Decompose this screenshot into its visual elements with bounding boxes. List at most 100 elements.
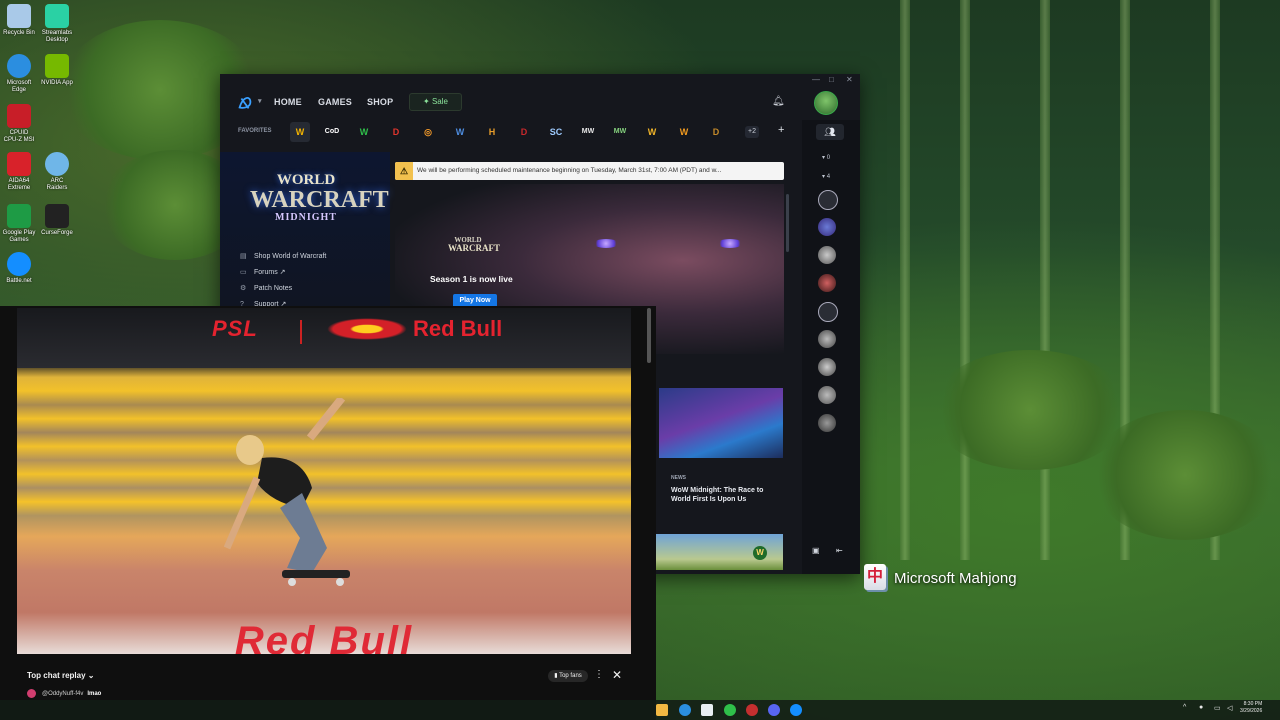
desktop-icon-nvidia[interactable]: NVIDIA App — [40, 54, 74, 87]
battlenet-logo-icon[interactable] — [236, 94, 254, 112]
favorite-game-diablo-iv[interactable]: D — [386, 122, 406, 142]
gear-icon: ⚙ — [240, 285, 247, 292]
desktop-icon-cpuz[interactable]: CPUID CPU-Z MSI — [2, 104, 36, 144]
tray-chevron-up-icon[interactable]: ^ — [1183, 704, 1186, 711]
taskbar-clock[interactable]: 8:30 PM 3/29/2026 — [1240, 701, 1262, 715]
google-play-games-icon — [7, 204, 31, 228]
favorite-game-modern-warfare-ii[interactable]: MW — [610, 122, 630, 142]
sale-button[interactable]: ✦ Sale — [409, 93, 462, 111]
banner-psl-text: PSL — [212, 316, 258, 341]
friend-avatar[interactable] — [818, 302, 838, 322]
add-friend-icon[interactable]: 👥︎ — [816, 124, 844, 140]
file-explorer-icon[interactable] — [656, 704, 668, 716]
friend-avatar[interactable] — [818, 246, 836, 264]
chat-user-avatar[interactable] — [27, 689, 36, 698]
news-title[interactable]: WoW Midnight: The Race to World First Is… — [671, 486, 781, 504]
more-favorites-count[interactable]: +2 — [745, 126, 759, 138]
sale-label: Sale — [431, 97, 448, 106]
desktop-icon-recycle-bin[interactable]: Recycle Bin — [2, 4, 36, 37]
chat-mode-dropdown[interactable]: Top chat replay ⌄ — [27, 671, 94, 680]
maintenance-banner[interactable]: ⚠ We will be performing scheduled mainten… — [395, 162, 784, 180]
desktop-icon-aida64[interactable]: AIDA64 Extreme — [2, 152, 36, 192]
notification-bell-icon[interactable]: 🔔︎ — [772, 96, 785, 107]
close-icon[interactable]: ✕ — [846, 75, 853, 84]
favorite-game-world-of-warcraft[interactable]: W — [290, 122, 310, 142]
nav-games[interactable]: GAMES — [318, 97, 352, 107]
cpuz-icon — [7, 104, 31, 128]
chat-bubble-icon[interactable]: ▣ — [812, 546, 820, 555]
aida64-icon — [7, 152, 31, 176]
nvidia-icon — [45, 54, 69, 78]
friend-avatar[interactable] — [818, 330, 836, 348]
video-window-scrollbar[interactable] — [647, 308, 651, 363]
battlenet-taskbar-icon[interactable] — [790, 704, 802, 716]
discord-icon[interactable] — [768, 704, 780, 716]
friends-group-count[interactable]: ▾ 4 — [822, 173, 830, 180]
app-taskbar-icon[interactable] — [746, 704, 758, 716]
favorite-game-diablo-ii[interactable]: D — [706, 122, 726, 142]
content-scrollbar[interactable] — [786, 194, 789, 252]
favorite-game-call-of-duty[interactable]: CoD — [322, 122, 342, 142]
desktop-icon-label: Battle.net — [6, 278, 32, 284]
live-chat-header: Top chat replay ⌄ ▮ Top fans ⋮ ✕ — [17, 666, 631, 686]
tag-icon: ✦ — [423, 97, 430, 106]
desktop-icon-google-play-games[interactable]: Google Play Games — [2, 204, 36, 244]
desktop-icon-curseforge[interactable]: CurseForge — [40, 204, 74, 237]
friend-avatar[interactable] — [818, 190, 838, 210]
friend-avatar[interactable] — [818, 274, 836, 292]
friend-avatar[interactable] — [818, 386, 836, 404]
news-card-image-2[interactable]: W — [655, 534, 783, 570]
wow-badge-icon: W — [753, 546, 767, 560]
hero-art-eye — [593, 239, 619, 248]
favorite-game-starcraft[interactable]: SC — [546, 122, 566, 142]
friend-avatar[interactable] — [818, 358, 836, 376]
more-options-icon[interactable]: ⋮ — [594, 669, 604, 680]
top-fans-button[interactable]: ▮ Top fans — [548, 670, 588, 682]
favorite-game-warcraft[interactable]: W — [674, 122, 694, 142]
friend-avatar[interactable] — [818, 414, 836, 432]
desktop-icon-label: CPUID CPU-Z MSI — [3, 130, 35, 143]
minimize-icon[interactable]: — — [812, 75, 820, 84]
favorite-game-warcraft-rumble[interactable]: W — [450, 122, 470, 142]
chat-username[interactable]: @OddyNuff-f4v — [42, 691, 83, 697]
chevron-down-icon[interactable]: ▾ — [258, 97, 262, 105]
maximize-icon[interactable]: □ — [829, 75, 834, 84]
nav-shop[interactable]: SHOP — [367, 97, 393, 107]
desktop-icon-streamlabs[interactable]: Streamlabs Desktop — [40, 4, 74, 44]
favorite-game-diablo-iii[interactable]: D — [514, 122, 534, 142]
add-favorite-plus-icon[interactable]: + — [778, 124, 784, 136]
favorite-game-hearthstone[interactable]: H — [482, 122, 502, 142]
desktop-icon-label: Microsoft Edge — [6, 80, 32, 93]
favorite-game-modern-warfare[interactable]: MW — [578, 122, 598, 142]
favorite-game-warcraft-iii[interactable]: W — [642, 122, 662, 142]
desktop-icon-arc-raiders[interactable]: ARC Raiders — [40, 152, 74, 192]
side-link-patch-notes[interactable]: ⚙ Patch Notes — [240, 284, 292, 292]
side-link-forums[interactable]: ▭ Forums ↗ — [240, 268, 286, 276]
collapse-panel-icon[interactable]: ⇤ — [836, 546, 843, 555]
edge-icon — [7, 54, 31, 78]
friends-count-value: 0 — [826, 155, 831, 161]
window-titlebar[interactable]: — □ ✕ — [220, 74, 860, 84]
desktop-icon-label: Streamlabs Desktop — [41, 30, 73, 43]
volume-icon[interactable]: ◁ — [1227, 704, 1232, 712]
video-frame[interactable]: PSL Red Bull Red Bull — [17, 308, 631, 654]
nav-home[interactable]: HOME — [274, 97, 302, 107]
desktop-icon-battlenet[interactable]: Battle.net — [2, 252, 36, 285]
hero-art-eye — [717, 239, 743, 248]
desktop-icon-edge[interactable]: Microsoft Edge — [2, 54, 36, 94]
side-link-shop[interactable]: ▤ Shop World of Warcraft — [240, 252, 326, 260]
friends-group-count[interactable]: ▾ 0 — [822, 154, 830, 161]
favorite-game-overwatch[interactable]: ◎ — [418, 122, 438, 142]
close-chat-icon[interactable]: ✕ — [612, 668, 622, 682]
favorite-game-wow-classic[interactable]: W — [354, 122, 374, 142]
store-icon[interactable] — [701, 704, 713, 716]
floor-redbull-text: Red Bull — [234, 619, 414, 654]
network-icon[interactable]: ▭ — [1214, 704, 1221, 712]
xbox-icon[interactable] — [724, 704, 736, 716]
user-avatar[interactable] — [814, 91, 838, 115]
news-card-image[interactable] — [659, 388, 783, 458]
desktop-icon-label: Recycle Bin — [3, 30, 35, 36]
microphone-icon[interactable]: ● — [1199, 704, 1203, 711]
edge-taskbar-icon[interactable] — [679, 704, 691, 716]
friend-avatar[interactable] — [818, 218, 836, 236]
